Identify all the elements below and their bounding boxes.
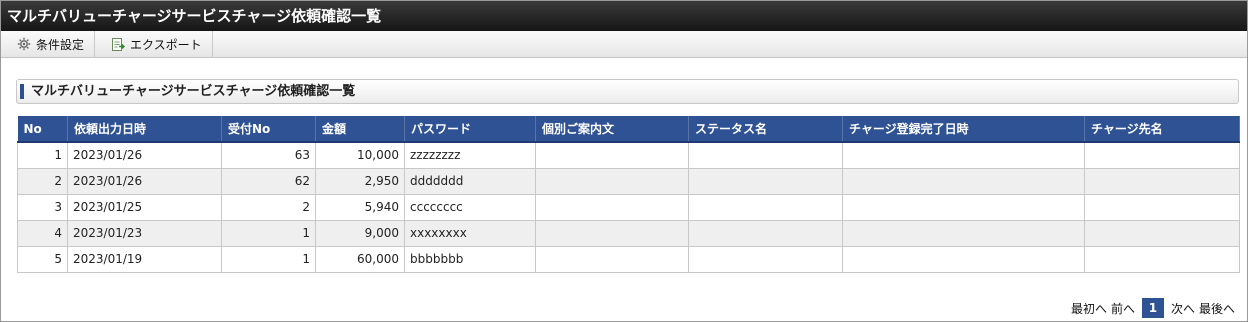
cell-status <box>688 141 843 169</box>
conditions-label: 条件設定 <box>36 37 85 52</box>
cell-output-date: 2023/01/25 <box>67 193 222 221</box>
cell-no: 1 <box>17 141 68 169</box>
toolbar: 条件設定 エクスポート <box>1 31 1247 58</box>
conditions-button[interactable]: 条件設定 <box>1 31 96 57</box>
pager-last-link[interactable]: 最後へ <box>1199 300 1235 317</box>
cell-receipt-no: 1 <box>221 245 316 273</box>
cell-recipient <box>1084 245 1240 273</box>
cell-guide-text <box>535 167 689 195</box>
export-icon <box>110 36 126 52</box>
cell-status <box>688 167 843 195</box>
pager-prev-link[interactable]: 前へ <box>1111 300 1135 317</box>
cell-output-date: 2023/01/23 <box>67 219 222 247</box>
cell-no: 4 <box>17 219 68 247</box>
pagination: 最初へ 前へ 1 次へ 最後へ <box>1069 298 1237 318</box>
column-header[interactable]: チャージ登録完了日時 <box>842 116 1085 143</box>
cell-status <box>688 245 843 273</box>
section-header: マルチバリューチャージサービスチャージ依頼確認一覧 <box>16 79 1239 104</box>
pager-first-link[interactable]: 最初へ <box>1071 300 1107 317</box>
cell-receipt-no: 63 <box>221 141 316 169</box>
column-header[interactable]: ステータス名 <box>688 116 843 143</box>
cell-receipt-no: 1 <box>221 219 316 247</box>
cell-guide-text <box>535 193 689 221</box>
cell-amount: 2,950 <box>315 167 405 195</box>
column-header[interactable]: 金額 <box>315 116 405 143</box>
app-window: マルチバリューチャージサービスチャージ依頼確認一覧 条件設定 エクスポート マル… <box>0 0 1248 322</box>
cell-password: zzzzzzzz <box>404 141 536 169</box>
section-title: マルチバリューチャージサービスチャージ依頼確認一覧 <box>31 84 356 99</box>
cell-completed-date <box>842 219 1085 247</box>
cell-guide-text <box>535 141 689 169</box>
export-button[interactable]: エクスポート <box>95 31 213 57</box>
cell-status <box>688 193 843 221</box>
column-header[interactable]: No <box>17 116 68 143</box>
column-header[interactable]: 受付No <box>221 116 316 143</box>
table-row[interactable]: 3 2023/01/25 2 5,940 cccccccc <box>17 193 1240 221</box>
cell-no: 5 <box>17 245 68 273</box>
table-row[interactable]: 2 2023/01/26 62 2,950 ddddddd <box>17 167 1240 195</box>
cell-completed-date <box>842 193 1085 221</box>
cell-output-date: 2023/01/26 <box>67 141 222 169</box>
cell-completed-date <box>842 167 1085 195</box>
table-header-row: No 依頼出力日時 受付No 金額 パスワード 個別ご案内文 ステータス名 チャ… <box>17 116 1240 143</box>
column-header[interactable]: 個別ご案内文 <box>535 116 689 143</box>
column-header[interactable]: 依頼出力日時 <box>67 116 222 143</box>
pager-next-link[interactable]: 次へ <box>1171 300 1195 317</box>
window-title: マルチバリューチャージサービスチャージ依頼確認一覧 <box>1 1 1247 31</box>
cell-no: 3 <box>17 193 68 221</box>
cell-recipient <box>1084 219 1240 247</box>
table-row[interactable]: 5 2023/01/19 1 60,000 bbbbbbb <box>17 245 1240 273</box>
cell-receipt-no: 2 <box>221 193 316 221</box>
cell-no: 2 <box>17 167 68 195</box>
table-row[interactable]: 1 2023/01/26 63 10,000 zzzzzzzz <box>17 141 1240 169</box>
cell-guide-text <box>535 219 689 247</box>
export-label: エクスポート <box>130 37 202 52</box>
cell-output-date: 2023/01/26 <box>67 167 222 195</box>
cell-receipt-no: 62 <box>221 167 316 195</box>
cell-recipient <box>1084 167 1240 195</box>
cell-password: ddddddd <box>404 167 536 195</box>
cell-recipient <box>1084 193 1240 221</box>
cell-recipient <box>1084 141 1240 169</box>
cell-amount: 5,940 <box>315 193 405 221</box>
cell-password: cccccccc <box>404 193 536 221</box>
cell-status <box>688 219 843 247</box>
section-accent-bar <box>20 84 24 99</box>
cell-password: xxxxxxxx <box>404 219 536 247</box>
column-header[interactable]: チャージ先名 <box>1084 116 1240 143</box>
cell-amount: 9,000 <box>315 219 405 247</box>
gear-icon <box>16 36 32 52</box>
cell-amount: 60,000 <box>315 245 405 273</box>
pager-current-page[interactable]: 1 <box>1141 298 1164 318</box>
cell-guide-text <box>535 245 689 273</box>
cell-completed-date <box>842 245 1085 273</box>
cell-output-date: 2023/01/19 <box>67 245 222 273</box>
column-header[interactable]: パスワード <box>404 116 536 143</box>
charge-request-table: No 依頼出力日時 受付No 金額 パスワード 個別ご案内文 ステータス名 チャ… <box>17 116 1240 273</box>
cell-completed-date <box>842 141 1085 169</box>
cell-amount: 10,000 <box>315 141 405 169</box>
table-row[interactable]: 4 2023/01/23 1 9,000 xxxxxxxx <box>17 219 1240 247</box>
cell-password: bbbbbbb <box>404 245 536 273</box>
